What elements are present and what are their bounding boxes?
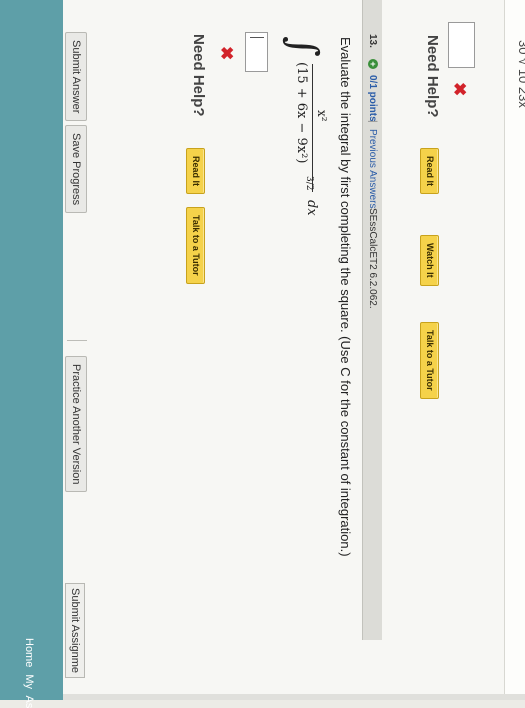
talk-to-tutor-button[interactable]: Talk to a Tutor: [186, 207, 205, 284]
integrand-differential: dx: [304, 200, 319, 216]
submit-answer-button[interactable]: Submit Answer: [65, 32, 87, 122]
submit-assignment-button[interactable]: Submit Assignme: [65, 583, 85, 678]
save-progress-button[interactable]: Save Progress: [65, 125, 87, 214]
practice-another-version-button[interactable]: Practice Another Version: [65, 356, 87, 493]
answer-input[interactable]: [245, 32, 268, 72]
question-number: 13.: [367, 34, 378, 48]
integrand-exponent: 3/2: [304, 176, 314, 191]
talk-to-tutor-button[interactable]: Talk to a Tutor: [420, 322, 439, 399]
page-right-edge: [63, 694, 525, 700]
bottom-band: [0, 0, 63, 700]
plus-circle-icon[interactable]: +: [368, 59, 378, 69]
question-code: SEssCalcET2 6.2.062.: [367, 208, 378, 309]
top-strip: 30 √ 10 23x: [504, 0, 525, 700]
read-it-button[interactable]: Read It: [186, 148, 205, 195]
footer-nav-links[interactable]: Home My As: [23, 638, 35, 708]
need-help-label: Need Help?: [424, 35, 441, 118]
read-it-button[interactable]: Read It: [420, 148, 439, 195]
text-cursor: [250, 37, 264, 38]
clipped-previous-text: 30 √ 10 23x: [516, 40, 525, 108]
x-mark-icon: ✖: [450, 82, 469, 97]
watch-it-button[interactable]: Watch It: [420, 235, 439, 286]
previous-answer-box[interactable]: [448, 22, 475, 68]
question-header: 13. + 0/1 points | Previous Answers SEss…: [362, 0, 382, 640]
need-help-label: Need Help?: [190, 34, 207, 117]
action-divider: [67, 340, 87, 341]
header-separator: |: [367, 120, 378, 123]
assignment-page: 30 √ 10 23x ✖ Need Help? Read It Watch I…: [0, 0, 525, 708]
integrand-denominator: (15 + 6x − 9x²): [294, 62, 309, 164]
fraction-bar: [312, 64, 313, 192]
integral-sign-icon: ∫: [280, 36, 326, 57]
question-prompt: Evaluate the integral by first completin…: [338, 37, 353, 557]
previous-answers-link[interactable]: Previous Answers: [363, 129, 382, 208]
x-mark-icon: ✖: [217, 46, 236, 61]
question-points: 0/1 points: [367, 75, 378, 122]
integrand-numerator: x²: [315, 110, 329, 122]
